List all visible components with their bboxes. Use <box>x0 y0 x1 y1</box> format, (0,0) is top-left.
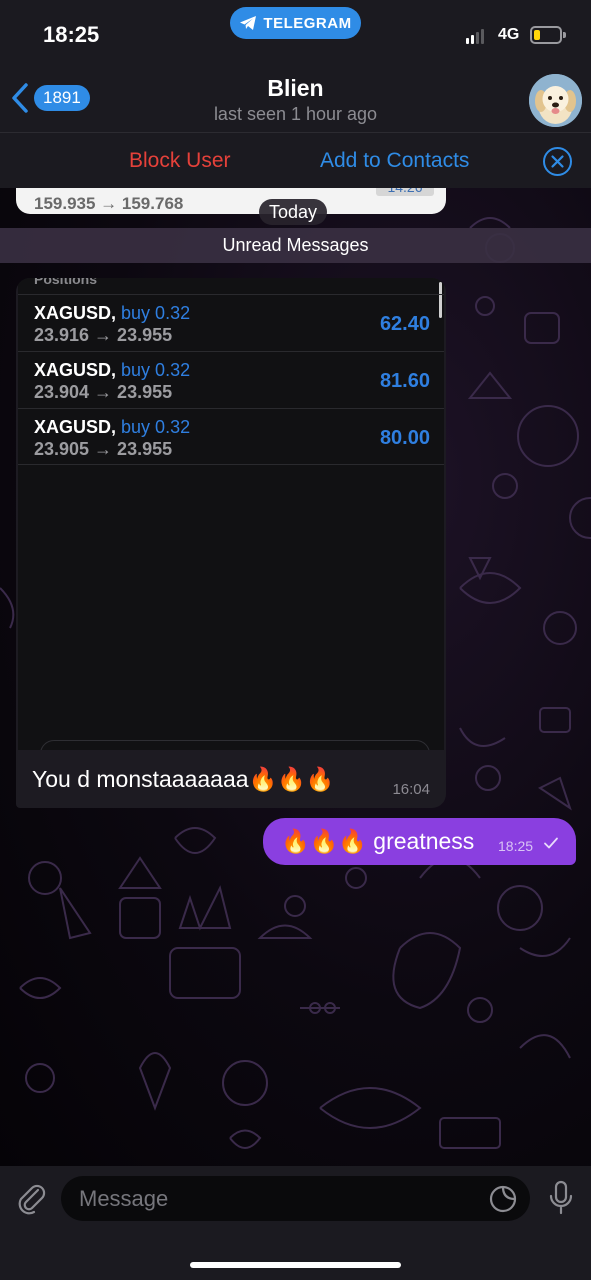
position-row: XAGUSD, buy 0.32 23.905 → 23.955 80.00 <box>18 408 444 465</box>
chat-action-bar: Block User Add to Contacts <box>0 132 591 188</box>
position-side: buy 0.32 <box>121 360 191 380</box>
screenshot-bottom-bar <box>40 740 430 750</box>
status-time: 18:25 <box>43 22 100 47</box>
avatar[interactable] <box>529 74 582 127</box>
previous-price-range: 159.935 → 159.768 <box>34 194 184 213</box>
block-user-button[interactable]: Block User <box>129 149 231 173</box>
position-profit: 80.00 <box>379 427 430 449</box>
outgoing-message-bubble[interactable]: 🔥🔥🔥 greatness 18:25 <box>263 818 576 865</box>
position-price-range: 23.904 → 23.955 <box>34 382 173 402</box>
position-price-range: 23.916 → 23.955 <box>34 325 173 345</box>
signal-icon <box>466 28 484 44</box>
position-profit: 81.60 <box>379 370 430 392</box>
close-icon[interactable] <box>543 147 572 176</box>
chat-title[interactable]: Blien <box>0 75 591 102</box>
telegram-icon <box>240 16 257 30</box>
position-row: XAGUSD, buy 0.32 23.904 → 23.955 81.60 <box>18 351 444 408</box>
attached-screenshot[interactable]: Positions XAGUSD, buy 0.32 23.916 → 23.9… <box>18 278 444 750</box>
position-symbol: XAGUSD, buy 0.32 <box>34 360 191 380</box>
position-side: buy 0.32 <box>121 417 191 437</box>
outgoing-message-time: 18:25 <box>498 838 534 854</box>
message-composer <box>0 1166 591 1280</box>
positions-header: Positions <box>34 278 98 287</box>
incoming-message-time: 16:04 <box>392 781 430 798</box>
date-separator: Today <box>259 199 328 225</box>
attach-icon[interactable] <box>14 1181 48 1215</box>
position-price-range: 23.905 → 23.955 <box>34 439 173 459</box>
position-symbol: XAGUSD, buy 0.32 <box>34 303 191 323</box>
message-input[interactable] <box>61 1176 530 1221</box>
sticker-icon[interactable] <box>489 1185 517 1213</box>
chat-header: 1891 Blien last seen 1 hour ago <box>0 60 591 132</box>
outgoing-message-text: 🔥🔥🔥 greatness <box>281 828 475 854</box>
incoming-message-text: You d monstaaaaaaa🔥🔥🔥 <box>32 766 335 792</box>
previous-chip: 14.26 <box>376 188 434 196</box>
home-indicator[interactable] <box>190 1262 401 1268</box>
last-seen-status: last seen 1 hour ago <box>213 104 378 124</box>
unread-separator: Unread Messages <box>0 228 591 263</box>
battery-icon <box>530 26 566 44</box>
previous-message-bubble[interactable]: 159.935 → 159.768 14.26 <box>16 188 446 214</box>
check-icon <box>544 837 558 849</box>
position-row: XAGUSD, buy 0.32 23.916 → 23.955 62.40 <box>18 294 444 351</box>
telegram-return-pill[interactable]: TELEGRAM <box>230 7 361 39</box>
mic-icon[interactable] <box>547 1180 575 1216</box>
status-bar: 18:25 TELEGRAM 4G <box>0 0 591 60</box>
position-side: buy 0.32 <box>121 303 191 323</box>
position-profit: 62.40 <box>379 313 430 335</box>
telegram-pill-label: TELEGRAM <box>263 14 352 32</box>
message-list[interactable]: 159.935 → 159.768 14.26 Today Unread Mes… <box>0 188 591 1166</box>
network-label: 4G <box>498 26 520 43</box>
position-symbol: XAGUSD, buy 0.32 <box>34 417 191 437</box>
incoming-message-bubble[interactable]: Positions XAGUSD, buy 0.32 23.916 → 23.9… <box>16 278 446 808</box>
add-to-contacts-button[interactable]: Add to Contacts <box>320 149 469 173</box>
